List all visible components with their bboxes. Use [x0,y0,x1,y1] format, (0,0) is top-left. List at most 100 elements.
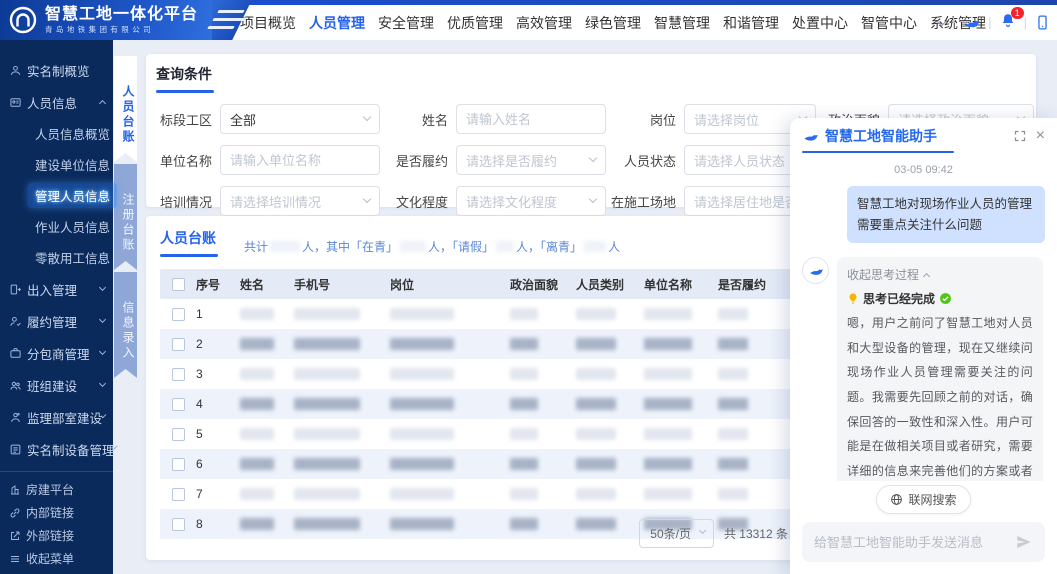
row-checkbox[interactable] [172,518,185,531]
chat-timestamp: 03-05 09:42 [802,164,1045,176]
vertical-tab-personnel-ledger[interactable]: 人员台账 [114,56,137,162]
sidebar-item-external-links[interactable]: 外部链接 [0,524,113,547]
sidebar-item-realname-device-management[interactable]: 实名制设备管理 [0,433,113,465]
ai-assistant-panel: 智慧工地智能助手 × 03-05 09:42 智慧工地对现场作业人员的管理需要重… [790,118,1057,574]
assistant-whale-icon [802,128,819,145]
close-icon[interactable]: × [1036,129,1045,143]
chevron-down-icon [99,380,106,387]
chevron-up-icon [923,273,930,280]
user-menu-chevron-icon[interactable] [936,16,946,26]
building-icon [9,484,21,496]
sidebar-item-casual-labor-info[interactable]: 零散用工信息 [0,242,113,273]
web-search-button[interactable]: 联网搜索 [876,485,970,514]
bulb-icon [847,292,859,305]
user-message-bubble: 智慧工地对现场作业人员的管理需要重点关注什么问题 [847,186,1045,243]
sidebar-item-internal-links[interactable]: 内部链接 [0,501,113,524]
row-checkbox[interactable] [172,458,185,471]
row-checkbox[interactable] [172,488,185,501]
query-card-title: 查询条件 [156,64,212,84]
chevron-down-icon [699,527,706,534]
row-checkbox[interactable] [172,428,185,441]
nav-item-safety[interactable]: 安全管理 [378,13,434,33]
name-input[interactable] [466,112,596,127]
sidebar-item-collapse-menu[interactable]: 收起菜单 [0,547,113,570]
pagination: 50条/页 共 13312 条 [639,519,788,548]
chevron-down-icon [101,413,107,419]
nav-item-project-overview[interactable]: 项目概览 [240,13,296,33]
nav-item-efficiency[interactable]: 高效管理 [516,13,572,33]
section-area-select[interactable]: 全部 [220,104,380,134]
nav-item-smart[interactable]: 智慧管理 [654,13,710,33]
sidebar-item-access-management[interactable]: 出入管理 [0,273,113,305]
chevron-down-icon [363,113,371,121]
chevron-up-icon [99,100,106,107]
sidebar-item-management-personnel-info[interactable]: 管理人员信息 [0,180,113,211]
total-count: 共 13312 条 [724,525,788,542]
sidebar-item-realname-overview[interactable]: 实名制概览 [0,54,113,86]
sidebar-footer: 房建平台 内部链接 外部链接 收起菜单 [0,471,113,574]
select-all-checkbox[interactable] [172,278,185,291]
sidebar-item-performance-management[interactable]: 履约管理 [0,305,113,337]
nav-item-quality[interactable]: 优质管理 [447,13,503,33]
metro-logo-icon [8,5,38,35]
sidebar-item-subcontractor-management[interactable]: 分包商管理 [0,337,113,369]
vertical-tab-registration-ledger[interactable]: 注册台账 [114,164,137,270]
sidebar-item-construction-unit-info[interactable]: 建设单位信息 [0,149,113,180]
sidebar-item-housing-platform[interactable]: 房建平台 [0,478,113,501]
door-access-icon [9,283,22,296]
nav-item-disposal-center[interactable]: 处置中心 [792,13,848,33]
unit-name-input-wrap [220,145,380,175]
page-size-select[interactable]: 50条/页 [639,519,714,548]
assistant-header: 智慧工地智能助手 × [790,118,1057,154]
person-icon [9,64,22,77]
row-checkbox[interactable] [172,368,185,381]
check-circle-icon [939,292,952,305]
assistant-input-bar [802,522,1045,562]
thinking-paragraph: 嗯，用户之前问了智慧工地对人员和大型设备的管理，现在又继续问现场作业人员管理需要… [847,311,1033,481]
training-select[interactable]: 请选择培训情况 [220,186,380,216]
send-icon[interactable] [1015,533,1033,551]
sidebar-item-team-building[interactable]: 班组建设 [0,369,113,401]
row-checkbox[interactable] [172,308,185,321]
row-checkbox[interactable] [172,338,185,351]
app-subtitle: 青岛地铁集团有限公司 [45,24,198,35]
people-icon [9,379,22,392]
sidebar-item-supervision-dept[interactable]: 监理部室建设 [0,401,113,433]
assistant-whale-icon[interactable] [962,13,981,32]
device-list-icon [9,443,22,456]
mobile-device-icon[interactable] [1034,14,1051,31]
external-link-icon [9,530,21,542]
notifications-button[interactable]: 1 [999,12,1017,33]
nav-item-harmony[interactable]: 和谐管理 [723,13,779,33]
vertical-tab-info-entry[interactable]: 信息录入 [114,272,137,378]
app-logo: 智慧工地一体化平台 青岛地铁集团有限公司 [0,0,212,40]
assistant-title: 智慧工地智能助手 [825,126,937,146]
nav-item-personnel[interactable]: 人员管理 [309,13,365,33]
assistant-message-bubble: 收起思考过程 思考已经完成 嗯，用户之前问了智慧工地对人员和大型设备的管理，现在… [837,257,1043,481]
education-select[interactable]: 请选择文化程度 [456,186,606,216]
chevron-down-icon [363,195,371,203]
assistant-whale-icon [808,263,824,279]
unit-name-input[interactable] [230,153,370,168]
sidebar-item-worker-info[interactable]: 作业人员信息 [0,211,113,242]
row-checkbox[interactable] [172,398,185,411]
chevron-down-icon [589,154,597,162]
assistant-avatar [802,257,829,284]
sidebar-item-personnel-info[interactable]: 人员信息 [0,86,113,118]
sidebar-item-personnel-overview[interactable]: 人员信息概览 [0,118,113,149]
app-title: 智慧工地一体化平台 [45,6,198,24]
ledger-tab-label[interactable]: 人员台账 [160,228,216,248]
expand-icon[interactable] [1014,130,1026,142]
assistant-chat-area[interactable]: 03-05 09:42 智慧工地对现场作业人员的管理需要重点关注什么问题 收起思… [790,154,1057,481]
assistant-message-input[interactable] [814,535,1015,550]
nav-item-admin-center[interactable]: 智管中心 [861,13,917,33]
thinking-status: 思考已经完成 [847,290,1033,307]
sidebar: 实名制概览 人员信息 人员信息概览 建设单位信息 管理人员信息 作业人员信息 零… [0,40,113,574]
name-input-wrap [456,104,606,134]
chevron-down-icon [589,195,597,203]
ledger-summary: 共计人，其中「在青」人，「请假」人，「离青」人 [244,238,620,257]
hamburger-icon [9,553,21,565]
nav-item-green[interactable]: 绿色管理 [585,13,641,33]
collapse-thinking-toggle[interactable]: 收起思考过程 [847,266,1033,283]
performance-select[interactable]: 请选择是否履约 [456,145,606,175]
